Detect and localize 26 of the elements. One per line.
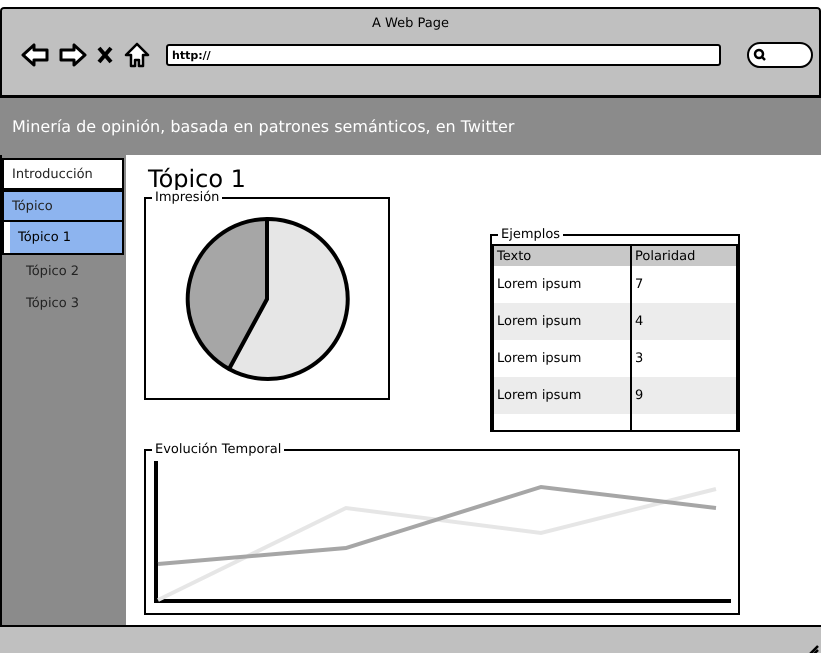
panel-label: Impresión	[152, 190, 222, 206]
nav-subitem[interactable]: Tópico 3	[2, 287, 126, 319]
table-cell: Lorem ipsum	[493, 303, 631, 340]
nav-item[interactable]: Tópico	[2, 190, 124, 222]
nav-subitem[interactable]: Tópico 2	[2, 255, 126, 287]
panel-label: Ejemplos	[498, 227, 564, 243]
column-header: Texto	[493, 245, 631, 266]
back-icon[interactable]	[20, 41, 50, 69]
table-cell: 4	[631, 303, 737, 340]
search-icon	[753, 48, 767, 62]
resize-grip-icon[interactable]	[807, 644, 819, 653]
nav-item[interactable]: Introducción	[2, 158, 124, 190]
column-header: Polaridad	[631, 245, 737, 266]
close-icon[interactable]	[96, 45, 114, 65]
forward-icon[interactable]	[58, 41, 88, 69]
table-cell: Lorem ipsum	[493, 377, 631, 414]
window-title: A Web Page	[372, 16, 449, 31]
home-icon[interactable]	[122, 41, 152, 69]
table-cell: 3	[631, 340, 737, 377]
panel-label: Evolución Temporal	[152, 442, 284, 458]
search-field[interactable]	[747, 42, 813, 68]
address-field[interactable]: http://	[166, 44, 721, 66]
table-cell: 9	[631, 377, 737, 414]
nav-subitem[interactable]: Tópico 1	[2, 222, 124, 255]
table-cell: 7	[631, 266, 737, 303]
site-title: Minería de opinión, basada en patrones semánticos, en Twitter	[12, 117, 514, 136]
